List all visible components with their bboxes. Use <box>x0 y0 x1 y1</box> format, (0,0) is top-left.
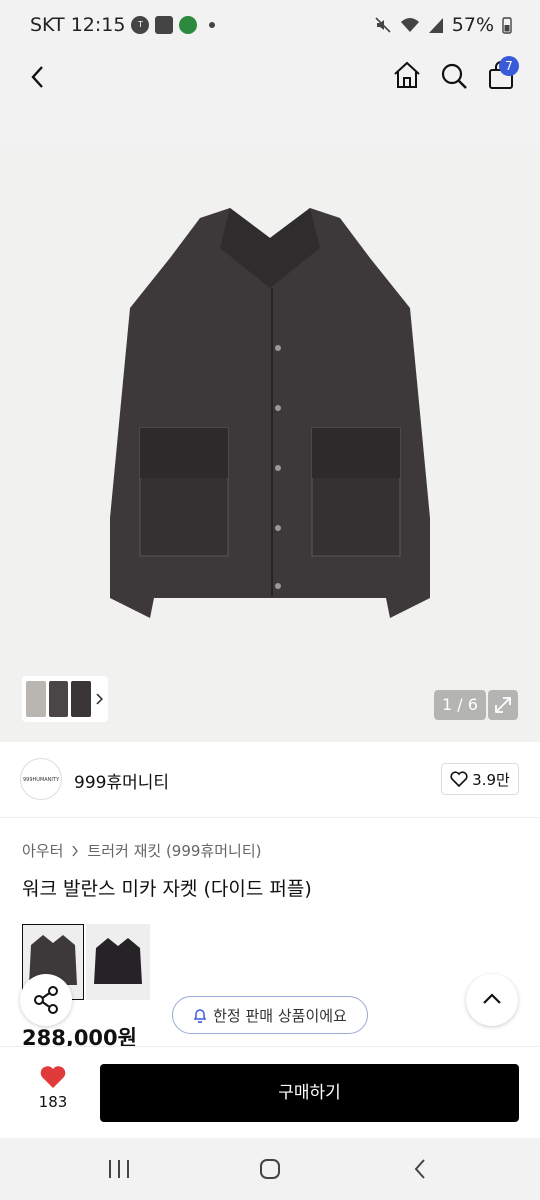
limited-sale-label: 한정 판매 상품이에요 <box>213 1006 347 1025</box>
color-option-image <box>94 938 142 984</box>
brand-logo[interactable]: 999HUMANITY <box>20 758 62 800</box>
thumbnail-model[interactable] <box>26 681 46 717</box>
status-right: 57% <box>374 14 512 36</box>
search-icon[interactable] <box>440 62 468 90</box>
more-notifications-icon <box>209 22 216 28</box>
home-icon[interactable] <box>392 60 422 90</box>
mute-icon <box>375 17 391 33</box>
heart-filled-icon <box>40 1066 66 1088</box>
wishlist-button[interactable]: 183 <box>30 1065 76 1111</box>
talk-notification-icon: T <box>131 16 150 34</box>
back-arrow-icon[interactable] <box>26 64 52 90</box>
system-navigation-bar <box>0 1138 540 1200</box>
top-app-bar: 7 <box>0 50 540 148</box>
breadcrumb-subcategory[interactable]: 트러커 재킷 (999휴머니티) <box>87 840 261 861</box>
cart-count-badge: 7 <box>499 56 519 76</box>
thumbnail-back[interactable] <box>71 681 92 717</box>
home-nav-icon[interactable] <box>258 1158 282 1180</box>
chevron-right-icon <box>72 845 79 856</box>
battery-icon <box>502 17 512 34</box>
expand-icon[interactable] <box>488 690 518 720</box>
jacket-photo <box>110 208 430 618</box>
wishlist-count: 183 <box>38 1093 68 1111</box>
globe-notification-icon <box>179 16 198 34</box>
breadcrumb-category[interactable]: 아우터 <box>22 840 63 861</box>
brand-like-count: 3.9만 <box>472 770 510 789</box>
limited-sale-pill: 한정 판매 상품이에요 <box>172 996 368 1034</box>
scroll-to-top-button[interactable] <box>466 974 518 1026</box>
product-image-gallery[interactable]: 1 / 6 <box>0 148 540 742</box>
brand-row: 999HUMANITY 999휴머니티 3.9만 <box>0 742 540 818</box>
chevron-right-icon[interactable] <box>94 692 104 706</box>
thumbnail-jacket[interactable] <box>48 681 69 717</box>
product-title: 워크 발란스 미카 자켓 (다이드 퍼플) <box>22 878 312 900</box>
brand-name[interactable]: 999휴머니티 <box>74 768 169 793</box>
share-button[interactable] <box>20 974 72 1026</box>
breadcrumb: 아우터 트러커 재킷 (999휴머니티) <box>22 840 261 861</box>
gallery-notification-icon <box>155 16 174 34</box>
back-nav-icon[interactable] <box>410 1158 432 1180</box>
brand-like-button[interactable]: 3.9만 <box>441 763 519 795</box>
image-counter: 1 / 6 <box>434 690 486 720</box>
purchase-bar: 183 구매하기 <box>0 1046 540 1138</box>
recent-apps-icon[interactable] <box>106 1158 132 1180</box>
share-icon <box>34 986 58 1014</box>
battery-percent: 57% <box>451 14 494 36</box>
status-bar: SKT 12:15 T 57% <box>0 0 540 50</box>
bell-icon <box>193 1009 207 1023</box>
buy-button[interactable]: 구매하기 <box>100 1064 519 1122</box>
color-option[interactable] <box>86 924 150 1000</box>
carrier-time: SKT 12:15 <box>30 14 126 36</box>
gallery-thumbnails[interactable] <box>22 676 108 722</box>
heart-outline-icon <box>450 771 468 787</box>
chevron-up-icon <box>483 993 501 1004</box>
wifi-icon <box>400 18 419 32</box>
signal-icon <box>428 18 443 33</box>
status-left: SKT 12:15 T <box>30 14 216 36</box>
